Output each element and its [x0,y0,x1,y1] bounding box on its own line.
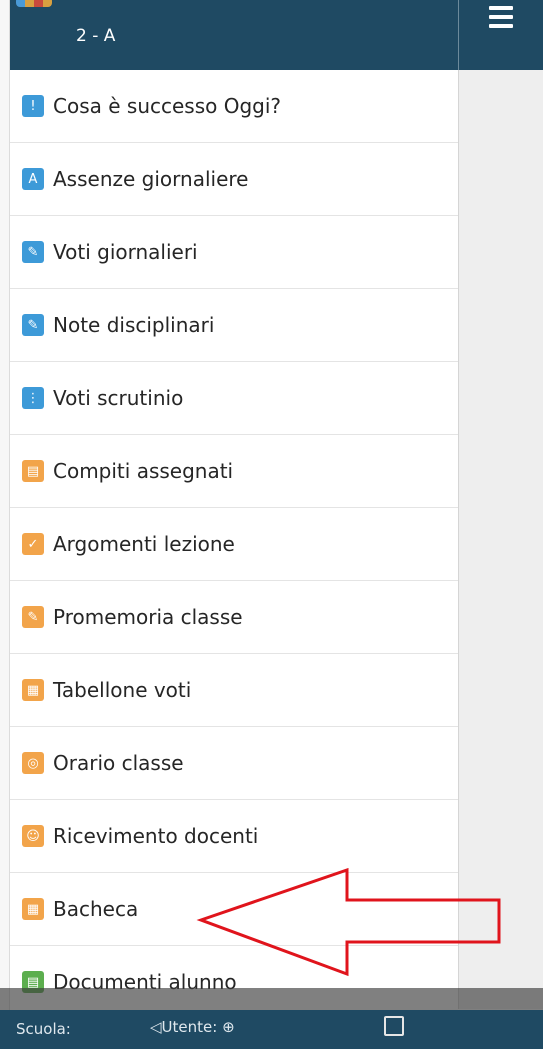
menu-item-label: Tabellone voti [53,678,192,702]
header-menu-area [459,0,543,70]
menu-item-cosa-e-successo[interactable]: ! Cosa è successo Oggi? [10,70,458,143]
absence-icon: A [22,168,44,190]
daily-grades-icon: ✎ [22,241,44,263]
menu-item-label: Promemoria classe [53,605,243,629]
menu-item-voti-scrutinio[interactable]: ⋮ Voti scrutinio [10,362,458,435]
bulletin-board-icon: ▦ [22,898,44,920]
menu-item-label: Orario classe [53,751,184,775]
notes-icon: ✎ [22,314,44,336]
homework-icon: ▤ [22,460,44,482]
menu-item-tabellone-voti[interactable]: ▦ Tabellone voti [10,654,458,727]
menu-item-label: Ricevimento docenti [53,824,259,848]
utente-label: ◁Utente: ⊕ [150,1018,235,1036]
menu-item-label: Voti scrutinio [53,386,184,410]
scrutiny-icon: ⋮ [22,387,44,409]
user-avatar-icon[interactable]: ⊕ [217,1018,235,1036]
menu-item-label: Compiti assegnati [53,459,234,483]
class-label[interactable]: 2 - A [76,26,115,46]
menu-item-note-disciplinari[interactable]: ✎ Note disciplinari [10,289,458,362]
send-icon[interactable]: ◁ [150,1018,162,1036]
grades-board-icon: ▦ [22,679,44,701]
lesson-topics-icon: ✓ [22,533,44,555]
hamburger-menu-icon[interactable] [489,6,513,30]
menu-item-label: Voti giornalieri [53,240,198,264]
schedule-icon: ◎ [22,752,44,774]
bottom-bar: Scuola: ◁Utente: ⊕ [0,1010,543,1049]
annotation-arrow-icon [196,868,501,977]
left-edge [0,0,10,1049]
bottom-overlay [0,988,543,1010]
menu-item-compiti-assegnati[interactable]: ▤ Compiti assegnati [10,435,458,508]
square-icon[interactable] [384,1016,404,1036]
reminder-icon: ✎ [22,606,44,628]
teacher-meeting-icon: ☺ [22,825,44,847]
utente-text: Utente: [161,1018,218,1036]
menu-item-orario-classe[interactable]: ◎ Orario classe [10,727,458,800]
menu-item-voti-giornalieri[interactable]: ✎ Voti giornalieri [10,216,458,289]
app-header: 2 - A [10,0,459,70]
menu-item-label: Assenze giornaliere [53,167,249,191]
menu-item-promemoria-classe[interactable]: ✎ Promemoria classe [10,581,458,654]
menu-item-label: Note disciplinari [53,313,215,337]
header-app-name [16,0,58,10]
app-logo-icon [16,0,52,7]
menu-item-argomenti-lezione[interactable]: ✓ Argomenti lezione [10,508,458,581]
menu-item-ricevimento-docenti[interactable]: ☺ Ricevimento docenti [10,800,458,873]
menu-item-label: Argomenti lezione [53,532,235,556]
menu-item-assenze[interactable]: A Assenze giornaliere [10,143,458,216]
scuola-label: Scuola: [16,1020,71,1038]
menu-item-label: Bacheca [53,897,139,921]
info-icon: ! [22,95,44,117]
menu-item-label: Cosa è successo Oggi? [53,94,282,118]
